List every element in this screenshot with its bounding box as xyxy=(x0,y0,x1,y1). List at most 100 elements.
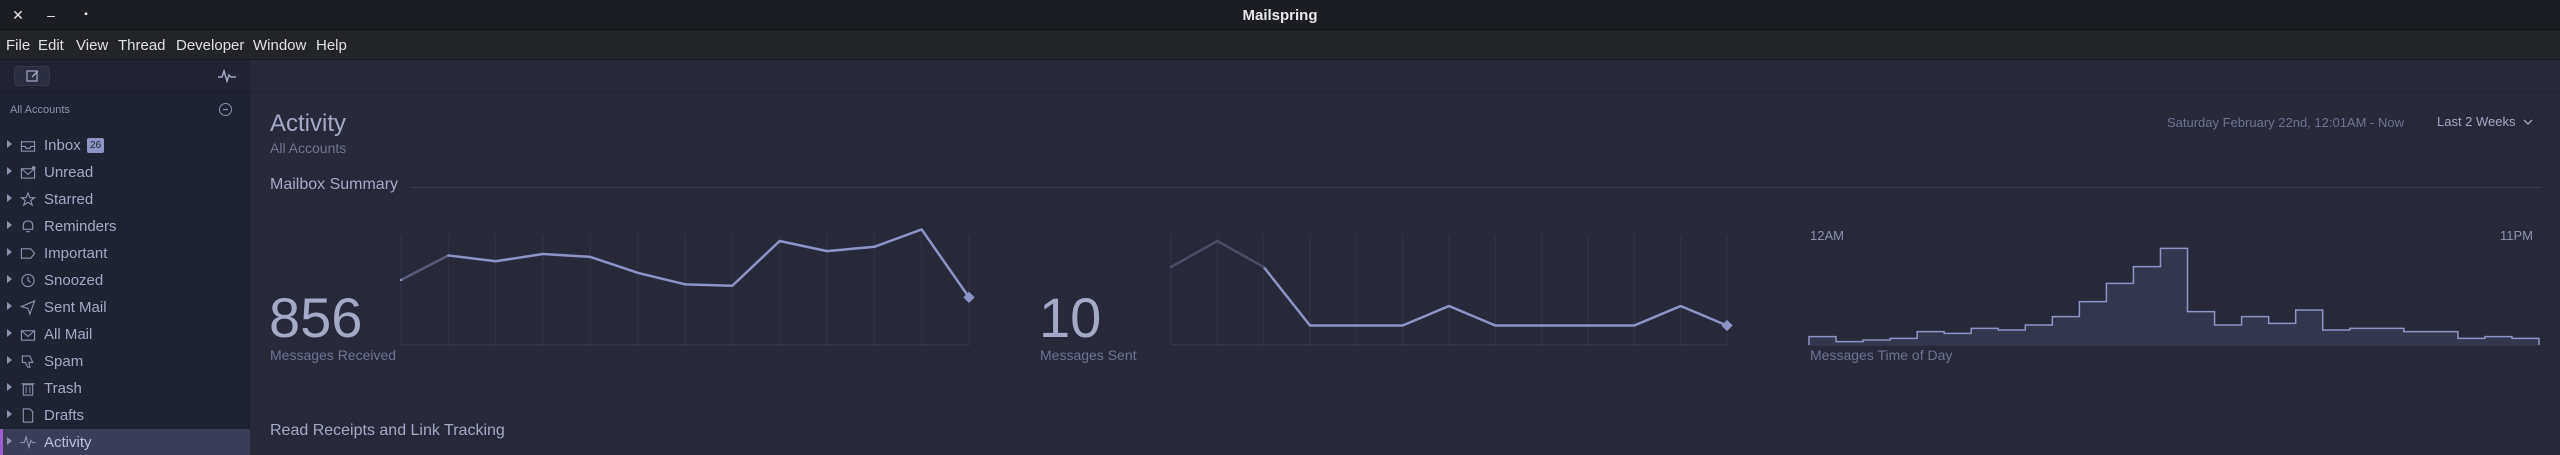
activity-icon xyxy=(20,434,36,450)
received-chart xyxy=(400,228,975,346)
data-point xyxy=(1679,305,1682,307)
sidebar-item-sent-mail[interactable]: Sent Mail xyxy=(0,294,250,320)
expand-arrow-icon[interactable] xyxy=(7,221,12,229)
data-point xyxy=(1309,324,1311,327)
expand-arrow-icon[interactable] xyxy=(7,167,12,175)
compose-icon xyxy=(26,70,39,82)
time-of-day-chart xyxy=(1808,247,2540,346)
sidebar-item-starred[interactable]: Starred xyxy=(0,186,250,212)
bar xyxy=(1998,330,2026,345)
sidebar-item-spam[interactable]: Spam xyxy=(0,348,250,374)
bar xyxy=(2052,316,2080,345)
sidebar-item-drafts[interactable]: Drafts xyxy=(0,402,250,428)
line-segment xyxy=(826,245,875,253)
sidebar-item-reminders[interactable]: Reminders xyxy=(0,213,250,239)
sidebar: All Accounts Inbox 26 Unread Starred Reminde… xyxy=(0,60,250,455)
expand-arrow-icon[interactable] xyxy=(7,383,12,391)
sidebar-item-label: Inbox xyxy=(44,137,81,154)
bar xyxy=(1971,328,1999,345)
data-point xyxy=(1540,324,1543,327)
activity-toolbar-icon[interactable] xyxy=(218,68,236,84)
line-segment xyxy=(873,228,923,248)
sidebar-item-inbox[interactable]: Inbox 26 xyxy=(0,132,250,158)
bar xyxy=(2403,331,2432,345)
sidebar-item-label: Trash xyxy=(44,380,82,397)
time-start-label: 12AM xyxy=(1810,228,1844,243)
data-point xyxy=(1494,324,1497,327)
data-point xyxy=(1170,266,1172,268)
menu-bar: File Edit View Thread Developer Window H… xyxy=(0,30,2560,60)
line-segment xyxy=(448,254,496,263)
bar xyxy=(2268,323,2297,345)
unread-icon xyxy=(20,165,36,179)
unread-count-badge: 26 xyxy=(87,138,105,153)
bar xyxy=(2187,311,2216,345)
important-icon xyxy=(20,248,36,259)
line-segment xyxy=(1402,304,1450,327)
line-segment xyxy=(495,252,544,263)
page-subtitle: All Accounts xyxy=(270,140,347,156)
bar xyxy=(2106,283,2134,345)
line-segment xyxy=(1448,304,1496,327)
line-segment xyxy=(920,228,971,299)
bar xyxy=(2133,266,2161,345)
bell-icon xyxy=(22,220,34,233)
bar xyxy=(2322,330,2351,345)
menu-view[interactable]: View xyxy=(76,37,108,54)
data-point xyxy=(920,228,923,231)
bar xyxy=(2430,331,2459,345)
clock-icon xyxy=(21,273,35,288)
expand-arrow-icon[interactable] xyxy=(7,248,12,256)
bar xyxy=(1917,331,1945,345)
line-segment xyxy=(1262,266,1311,327)
expand-arrow-icon[interactable] xyxy=(7,329,12,337)
menu-file[interactable]: File xyxy=(6,37,30,54)
line-segment xyxy=(542,252,591,259)
sidebar-item-label: Unread xyxy=(44,164,94,181)
collapse-account-icon[interactable] xyxy=(219,103,232,116)
line-segment xyxy=(400,254,449,282)
bar xyxy=(2295,310,2324,345)
menu-thread[interactable]: Thread xyxy=(118,37,166,54)
send-icon xyxy=(19,299,36,316)
line-segment xyxy=(684,283,733,288)
bar xyxy=(2214,325,2243,345)
line-segment xyxy=(1170,239,1218,269)
thumbs-down-icon xyxy=(21,355,34,368)
data-point xyxy=(542,253,544,255)
line-segment xyxy=(1633,304,1682,327)
expand-arrow-icon[interactable] xyxy=(7,275,12,283)
menu-developer[interactable]: Developer xyxy=(176,37,244,54)
menu-window[interactable]: Window xyxy=(253,37,306,54)
expand-arrow-icon[interactable] xyxy=(7,437,12,445)
activity-panel: Activity All Accounts Saturday February … xyxy=(251,60,2560,449)
sidebar-item-snoozed[interactable]: Snoozed xyxy=(0,267,250,293)
expand-arrow-icon[interactable] xyxy=(7,410,12,418)
line-segment xyxy=(637,271,686,286)
window-title: Mailspring xyxy=(1242,7,1318,24)
sidebar-item-label: Spam xyxy=(44,353,84,370)
data-point xyxy=(1721,319,1733,332)
data-point xyxy=(447,254,450,257)
data-point xyxy=(684,283,686,286)
bar xyxy=(2241,316,2270,345)
bar xyxy=(2484,336,2513,345)
sidebar-item-label: Snoozed xyxy=(44,272,104,289)
sent-chart xyxy=(1170,235,1733,346)
compose-button[interactable] xyxy=(14,66,50,86)
drafts-icon xyxy=(22,408,34,423)
expand-arrow-icon[interactable] xyxy=(7,302,12,310)
period-dropdown[interactable]: Last 2 Weeks xyxy=(2437,114,2533,129)
sidebar-item-all-mail[interactable]: All Mail xyxy=(0,321,250,347)
sidebar-item-trash[interactable]: Trash xyxy=(0,375,250,401)
sidebar-item-activity[interactable]: Activity xyxy=(0,429,250,455)
data-point xyxy=(494,260,497,263)
expand-arrow-icon[interactable] xyxy=(7,194,12,202)
menu-edit[interactable]: Edit xyxy=(38,37,64,54)
expand-arrow-icon[interactable] xyxy=(7,356,12,364)
sidebar-item-unread[interactable]: Unread xyxy=(0,159,250,185)
trash-icon xyxy=(21,383,35,396)
sidebar-item-important[interactable]: Important xyxy=(0,240,250,266)
menu-help[interactable]: Help xyxy=(316,37,347,54)
expand-arrow-icon[interactable] xyxy=(7,140,12,148)
